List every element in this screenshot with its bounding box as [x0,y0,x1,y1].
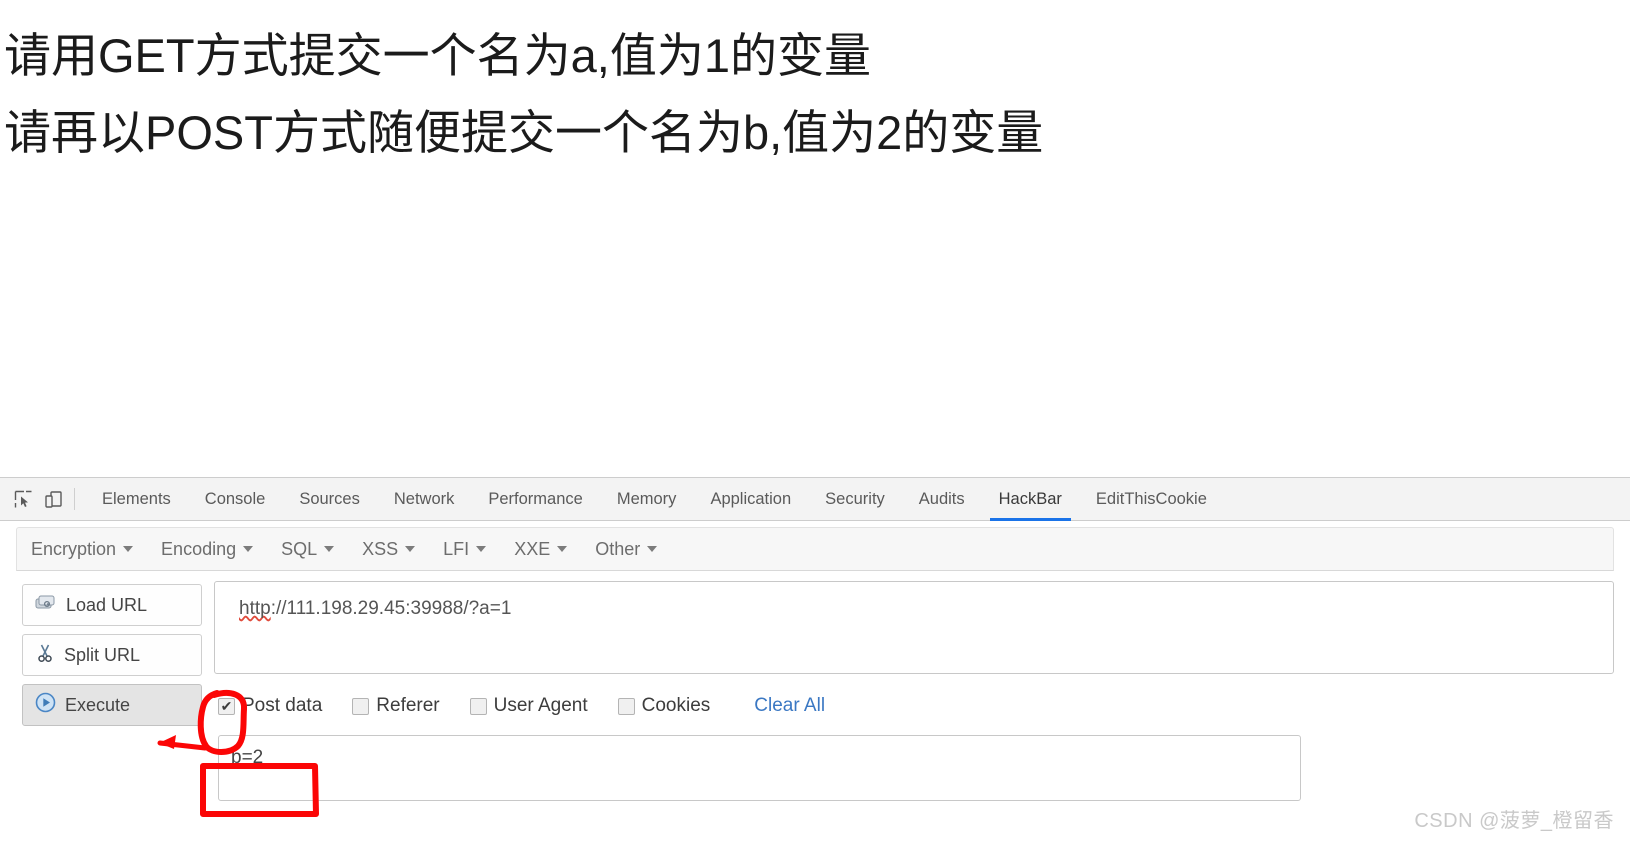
post-data-checkbox[interactable]: ✔ [218,697,235,715]
hackbar-menu-sql[interactable]: SQL [281,535,350,564]
page-content: 请用GET方式提交一个名为a,值为1的变量 请再以POST方式随便提交一个名为b… [0,0,1630,477]
clear-all-link[interactable]: Clear All [754,695,825,717]
play-circle-icon [35,692,56,718]
disk-drive-icon [35,594,57,617]
check-icon: ✔ [220,697,233,714]
split-url-label: Split URL [64,644,141,665]
devtools-panel: Elements Console Sources Network Perform… [0,477,1630,847]
devtools-tab-audits[interactable]: Audits [902,478,982,521]
scissors-icon [35,643,55,668]
hackbar-inputs: http://111.198.29.45:39988/?a=1 ✔ Post d… [202,581,1614,801]
devtools-tab-network[interactable]: Network [377,478,472,521]
toolbar-divider [74,488,75,510]
chevron-down-icon [647,546,658,552]
user-agent-label: User Agent [493,695,588,716]
hackbar-menu-sql-label: SQL [281,538,318,559]
hackbar-menu-encryption-label: Encryption [31,538,117,559]
hackbar-menu-encryption[interactable]: Encryption [31,535,149,564]
referer-option[interactable]: ✔ Referer [352,695,440,717]
hackbar-options-row: ✔ Post data ✔ Referer ✔ User Agent ✔ [214,691,1614,721]
cookies-label: Cookies [641,695,711,716]
chevron-down-icon [557,546,568,552]
chevron-down-icon [123,546,134,552]
devtools-tab-editthiscookie[interactable]: EditThisCookie [1079,478,1224,521]
hackbar-menu-encoding-label: Encoding [161,538,237,559]
devtools-tab-performance[interactable]: Performance [471,478,599,521]
devtools-tab-elements[interactable]: Elements [85,478,188,521]
hackbar-menu-encoding[interactable]: Encoding [161,535,269,564]
hackbar-menu-other-label: Other [595,538,641,559]
cookies-checkbox[interactable]: ✔ [617,697,635,715]
devtools-tab-console[interactable]: Console [188,478,283,521]
hackbar-menu-other[interactable]: Other [595,535,673,564]
page-text-line-1: 请用GET方式提交一个名为a,值为1的变量 [4,29,871,82]
hackbar-menu-lfi-label: LFI [443,538,470,559]
page-text-line-2: 请再以POST方式随便提交一个名为b,值为2的变量 [4,105,1044,159]
chevron-down-icon [476,546,487,552]
device-toolbar-icon[interactable] [38,484,68,514]
referer-label: Referer [376,695,440,716]
user-agent-option[interactable]: ✔ User Agent [469,695,588,717]
url-input[interactable] [214,581,1614,674]
hackbar-menu-xss-label: XSS [362,538,399,559]
devtools-tab-bar: Elements Console Sources Network Perform… [0,478,1630,521]
devtools-tab-hackbar[interactable]: HackBar [982,478,1079,521]
chevron-down-icon [405,546,416,552]
hackbar-panel: Encryption Encoding SQL XSS LFI XXE Othe… [0,521,1630,801]
devtools-tab-application[interactable]: Application [693,478,808,521]
hackbar-menu-bar: Encryption Encoding SQL XSS LFI XXE Othe… [16,527,1614,571]
user-agent-checkbox[interactable]: ✔ [469,697,487,715]
chevron-down-icon [243,546,254,552]
load-url-label: Load URL [66,594,148,615]
hackbar-menu-xss[interactable]: XSS [362,535,431,564]
hackbar-menu-xxe[interactable]: XXE [514,535,583,564]
hackbar-action-buttons: Load URL Split URL Execute [22,581,202,801]
load-url-button[interactable]: Load URL [22,584,202,626]
hackbar-body: Load URL Split URL Execute http://111.19… [16,571,1614,801]
post-data-label: Post data [242,695,323,716]
csdn-watermark: CSDN @菠萝_橙留香 [1414,810,1614,832]
post-data-option[interactable]: ✔ Post data [218,695,322,717]
execute-button[interactable]: Execute [22,684,202,726]
post-data-textarea[interactable] [218,735,1301,801]
hackbar-menu-lfi[interactable]: LFI [443,535,502,564]
inspect-element-icon[interactable] [8,484,38,514]
devtools-tab-security[interactable]: Security [808,478,902,521]
hackbar-menu-xxe-label: XXE [514,538,551,559]
cookies-option[interactable]: ✔ Cookies [617,695,711,717]
devtools-tab-memory[interactable]: Memory [600,478,694,521]
screenshot-root: 请用GET方式提交一个名为a,值为1的变量 请再以POST方式随便提交一个名为b… [0,0,1630,847]
devtools-tab-sources[interactable]: Sources [282,478,377,521]
referer-checkbox[interactable]: ✔ [352,697,370,715]
split-url-button[interactable]: Split URL [22,634,202,676]
chevron-down-icon [324,546,335,552]
execute-label: Execute [65,694,131,715]
